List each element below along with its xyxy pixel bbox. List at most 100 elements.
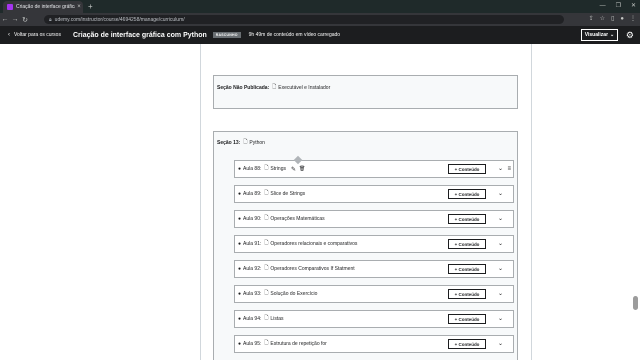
- new-tab-button[interactable]: +: [88, 1, 93, 12]
- lecture-title: Strings: [270, 166, 286, 172]
- chevron-down-icon[interactable]: ⌄: [498, 264, 503, 274]
- check-circle-icon: ●: [238, 216, 242, 222]
- section-13-header: Seção 13: 🗋 Python: [217, 139, 265, 147]
- document-icon: 🗋: [264, 315, 269, 321]
- chevron-down-icon[interactable]: ⌄: [498, 239, 503, 249]
- lecture-item[interactable]: ● Aula 94: 🗋 Listas + Conteúdo ⌄: [234, 310, 514, 328]
- lecture-item[interactable]: ● Aula 88: 🗋 Strings ✎ 🗑︎ + Conteúdo ⌄ ≡: [234, 160, 514, 178]
- lecture-number: Aula 94:: [243, 316, 262, 322]
- lecture-title: Operadores Comparativos If Statment: [270, 266, 355, 272]
- bookmark-star-icon[interactable]: ☆: [600, 15, 605, 24]
- document-icon: 🗋: [264, 290, 269, 296]
- reload-icon[interactable]: ↻: [20, 16, 30, 24]
- section-13: Seção 13: 🗋 Python ● Aula 88: 🗋 Strings …: [213, 131, 518, 360]
- browser-address-bar: ← → ↻ 🔒︎ udemy.com/instructor/course/469…: [0, 13, 640, 26]
- unpublished-section: Seção Não Publicada: 🗋 Executável e Inst…: [213, 75, 518, 109]
- lecture-title: Listas: [270, 316, 284, 322]
- add-content-button[interactable]: + Conteúdo: [448, 189, 486, 199]
- document-icon: 🗋: [264, 265, 269, 271]
- add-content-button[interactable]: + Conteúdo: [448, 314, 486, 324]
- browser-tab-bar: Criação de interface gráfica com × + — ❐…: [0, 0, 640, 13]
- add-content-button[interactable]: + Conteúdo: [448, 214, 486, 224]
- add-content-button[interactable]: + Conteúdo: [448, 339, 486, 349]
- document-icon: 🗋: [243, 139, 248, 145]
- drag-handle-icon[interactable]: ≡: [507, 164, 511, 174]
- close-window-icon[interactable]: ✕: [631, 1, 636, 12]
- chevron-down-icon[interactable]: ⌄: [498, 164, 503, 174]
- lecture-number: Aula 93:: [243, 291, 262, 297]
- browser-tab[interactable]: Criação de interface gráfica com ×: [3, 1, 83, 13]
- lecture-item[interactable]: ● Aula 93: 🗋 Solução do Exercício + Cont…: [234, 285, 514, 303]
- edit-pencil-icon[interactable]: ✎: [291, 166, 296, 173]
- chevron-down-icon[interactable]: ⌄: [498, 339, 503, 349]
- page-scrollbar[interactable]: [632, 44, 638, 360]
- document-icon: 🗋: [264, 340, 269, 346]
- chevron-down-icon: ⌄: [610, 32, 615, 38]
- add-content-button[interactable]: + Conteúdo: [448, 239, 486, 249]
- document-icon: 🗋: [264, 190, 269, 196]
- chevron-down-icon[interactable]: ⌄: [498, 189, 503, 199]
- split-view-icon[interactable]: ▯: [611, 15, 614, 24]
- check-circle-icon: ●: [238, 191, 242, 197]
- document-icon: 🗋: [272, 84, 277, 90]
- lecture-item[interactable]: ● Aula 90: 🗋 Operações Matemáticas + Con…: [234, 210, 514, 228]
- curriculum-page: Seção Não Publicada: 🗋 Executável e Inst…: [0, 44, 640, 360]
- preview-label: Visualizar: [584, 32, 609, 38]
- lecture-item[interactable]: ● Aula 91: 🗋 Operadores relacionais e co…: [234, 235, 514, 253]
- lecture-number: Aula 88:: [243, 166, 262, 172]
- chevron-down-icon[interactable]: ⌄: [498, 314, 503, 324]
- document-icon: 🗋: [264, 240, 269, 246]
- lecture-number: Aula 90:: [243, 216, 262, 222]
- tab-close-icon[interactable]: ×: [75, 4, 83, 10]
- section-label: Seção 13:: [217, 140, 241, 146]
- browser-toolbar-icons: ⇪ ☆ ▯ ● ⋮: [589, 15, 636, 24]
- uploaded-content-text: 9h 49m de conteúdo em vídeo carregado: [248, 32, 341, 38]
- course-title: Criação de interface gráfica com Python: [72, 31, 207, 39]
- profile-icon[interactable]: ●: [620, 15, 624, 24]
- add-content-button[interactable]: + Conteúdo: [448, 289, 486, 299]
- minimize-icon[interactable]: —: [600, 1, 606, 12]
- lecture-item[interactable]: ● Aula 92: 🗋 Operadores Comparativos If …: [234, 260, 514, 278]
- url-field[interactable]: 🔒︎ udemy.com/instructor/course/4694258/m…: [44, 15, 564, 24]
- share-icon[interactable]: ⇪: [589, 15, 594, 24]
- lecture-title: Solução do Exercício: [270, 291, 318, 297]
- document-icon: 🗋: [264, 165, 269, 171]
- add-content-button[interactable]: + Conteúdo: [448, 264, 486, 274]
- browser-menu-icon[interactable]: ⋮: [630, 15, 636, 24]
- back-arrow-icon[interactable]: ←: [0, 16, 10, 23]
- lecture-title: Operações Matemáticas: [270, 216, 325, 222]
- unpublished-section-header: Seção Não Publicada: 🗋 Executável e Inst…: [217, 84, 330, 92]
- check-circle-icon: ●: [238, 341, 242, 347]
- url-text: udemy.com/instructor/course/4694258/mana…: [54, 16, 185, 23]
- trash-icon[interactable]: 🗑︎: [299, 166, 305, 172]
- check-circle-icon: ●: [238, 266, 242, 272]
- add-content-button[interactable]: + Conteúdo: [448, 164, 486, 174]
- scrollbar-thumb[interactable]: [633, 296, 638, 310]
- check-circle-icon: ●: [238, 316, 242, 322]
- check-circle-icon: ●: [238, 241, 242, 247]
- check-circle-icon: ●: [238, 166, 242, 172]
- maximize-icon[interactable]: ❐: [616, 1, 621, 12]
- preview-button[interactable]: Visualizar ⌄: [581, 29, 618, 41]
- forward-arrow-icon[interactable]: →: [10, 16, 20, 23]
- window-controls: — ❐ ✕: [600, 1, 636, 12]
- lecture-number: Aula 92:: [243, 266, 262, 272]
- lecture-title: Estrutura de repetição for: [270, 341, 327, 347]
- back-link-label: Voltar para os cursos: [14, 32, 61, 38]
- lock-icon: 🔒︎: [49, 16, 52, 23]
- lecture-number: Aula 95:: [243, 341, 262, 347]
- chevron-down-icon[interactable]: ⌄: [498, 214, 503, 224]
- check-circle-icon: ●: [238, 291, 242, 297]
- status-badge: RASCUNHO: [212, 32, 241, 38]
- chevron-down-icon[interactable]: ⌄: [498, 289, 503, 299]
- chevron-left-icon: ‹: [8, 32, 10, 38]
- back-to-courses-link[interactable]: ‹ Voltar para os cursos: [8, 32, 61, 38]
- course-header: ‹ Voltar para os cursos Criação de inter…: [0, 26, 640, 44]
- settings-gear-icon[interactable]: ⚙: [626, 29, 634, 41]
- section-title: Executável e Instalador: [278, 85, 331, 91]
- lecture-title: Operadores relacionais e comparativos: [270, 241, 358, 247]
- lecture-item[interactable]: ● Aula 89: 🗋 Slice de Strings + Conteúdo…: [234, 185, 514, 203]
- lecture-number: Aula 91:: [243, 241, 262, 247]
- lecture-item[interactable]: ● Aula 95: 🗋 Estrutura de repetição for …: [234, 335, 514, 353]
- lecture-title: Slice de Strings: [270, 191, 306, 197]
